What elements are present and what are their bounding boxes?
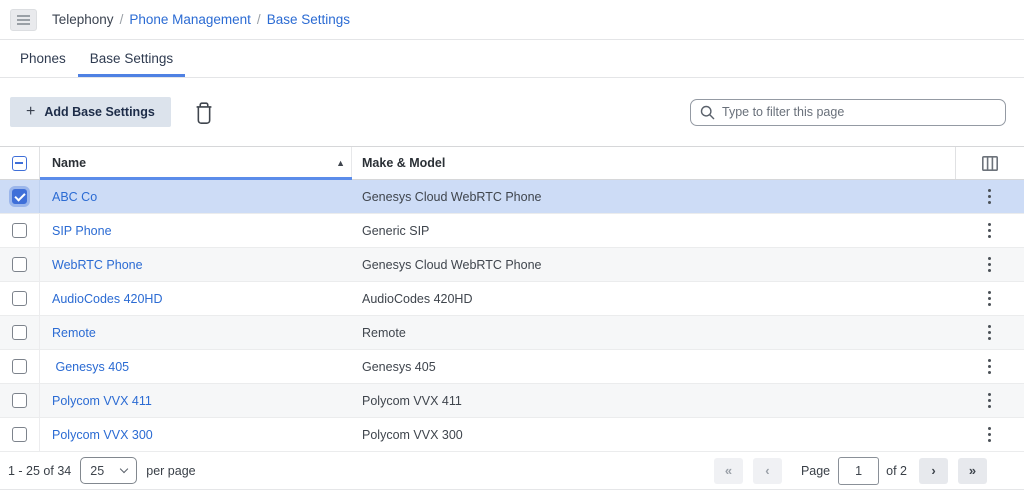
add-base-settings-button[interactable]: + Add Base Settings xyxy=(10,97,171,127)
per-page-label: per page xyxy=(146,464,195,478)
filter-box xyxy=(690,99,1006,126)
tab-base-settings[interactable]: Base Settings xyxy=(78,40,185,77)
search-icon xyxy=(700,105,715,120)
column-header-make-model[interactable]: Make & Model xyxy=(352,147,955,179)
table-header-row: Name ▲ Make & Model xyxy=(0,146,1024,180)
tab-phones[interactable]: Phones xyxy=(8,40,78,77)
kebab-menu-icon[interactable] xyxy=(984,218,995,244)
make-model-value: AudioCodes 420HD xyxy=(362,292,473,306)
row-checkbox[interactable] xyxy=(12,257,27,272)
row-checkbox[interactable] xyxy=(12,359,27,374)
make-model-value: Remote xyxy=(362,326,406,340)
base-setting-name-link[interactable]: SIP Phone xyxy=(52,224,112,238)
page-label: Page xyxy=(801,464,830,478)
kebab-menu-icon[interactable] xyxy=(984,320,995,346)
breadcrumb-separator: / xyxy=(257,12,261,27)
kebab-menu-icon[interactable] xyxy=(984,388,995,414)
row-checkbox[interactable] xyxy=(12,223,27,238)
table-row[interactable]: Polycom VVX 411 Polycom VVX 411 xyxy=(0,384,1024,418)
breadcrumb-base-settings[interactable]: Base Settings xyxy=(267,12,350,27)
delete-button[interactable] xyxy=(193,99,215,125)
sorted-column-underline xyxy=(40,177,352,180)
previous-page-button[interactable]: ‹ xyxy=(753,458,782,484)
column-picker-icon[interactable] xyxy=(981,155,999,172)
make-model-value: Generic SIP xyxy=(362,224,429,238)
sort-ascending-icon: ▲ xyxy=(336,158,345,168)
row-checkbox[interactable] xyxy=(12,393,27,408)
base-settings-table: Name ▲ Make & Model ABC Co Genesys Cloud xyxy=(0,146,1024,452)
results-range: 1 - 25 of 34 xyxy=(8,464,71,478)
table-row[interactable]: WebRTC Phone Genesys Cloud WebRTC Phone xyxy=(0,248,1024,282)
filter-input[interactable] xyxy=(722,105,996,119)
table-row[interactable]: Genesys 405 Genesys 405 xyxy=(0,350,1024,384)
hamburger-icon xyxy=(17,19,30,21)
base-setting-name-link[interactable]: AudioCodes 420HD xyxy=(52,292,163,306)
make-model-value: Polycom VVX 411 xyxy=(362,394,462,408)
page-number-input[interactable] xyxy=(838,457,879,485)
row-checkbox[interactable] xyxy=(12,189,27,204)
base-setting-name-link[interactable]: Genesys 405 xyxy=(52,360,129,374)
table-body: ABC Co Genesys Cloud WebRTC Phone SIP Ph… xyxy=(0,180,1024,452)
select-all-checkbox[interactable] xyxy=(12,156,27,171)
make-model-value: Genesys Cloud WebRTC Phone xyxy=(362,258,542,272)
kebab-menu-icon[interactable] xyxy=(984,184,995,210)
row-checkbox[interactable] xyxy=(12,325,27,340)
breadcrumb-telephony: Telephony xyxy=(52,12,114,27)
menu-button[interactable] xyxy=(10,9,37,31)
make-model-value: Genesys 405 xyxy=(362,360,436,374)
base-setting-name-link[interactable]: Remote xyxy=(52,326,96,340)
per-page-select[interactable]: 25 xyxy=(80,457,137,484)
base-setting-name-link[interactable]: WebRTC Phone xyxy=(52,258,143,272)
kebab-menu-icon[interactable] xyxy=(984,286,995,312)
base-setting-name-link[interactable]: ABC Co xyxy=(52,190,97,204)
table-row[interactable]: AudioCodes 420HD AudioCodes 420HD xyxy=(0,282,1024,316)
breadcrumb-separator: / xyxy=(120,12,124,27)
breadcrumb-bar: Telephony / Phone Management / Base Sett… xyxy=(0,0,1024,40)
chevron-down-icon xyxy=(120,465,128,473)
base-setting-name-link[interactable]: Polycom VVX 300 xyxy=(52,428,153,442)
add-base-settings-label: Add Base Settings xyxy=(44,105,154,119)
pagination-bar: 1 - 25 of 34 25 per page « ‹ Page of 2 ›… xyxy=(0,452,1024,490)
tab-bar: Phones Base Settings xyxy=(0,40,1024,78)
table-row[interactable]: Remote Remote xyxy=(0,316,1024,350)
table-row[interactable]: ABC Co Genesys Cloud WebRTC Phone xyxy=(0,180,1024,214)
first-page-button[interactable]: « xyxy=(714,458,743,484)
table-row[interactable]: Polycom VVX 300 Polycom VVX 300 xyxy=(0,418,1024,452)
kebab-menu-icon[interactable] xyxy=(984,252,995,278)
row-checkbox[interactable] xyxy=(12,427,27,442)
next-page-button[interactable]: › xyxy=(919,458,948,484)
table-row[interactable]: SIP Phone Generic SIP xyxy=(0,214,1024,248)
trash-icon xyxy=(193,99,215,125)
toolbar: + Add Base Settings xyxy=(0,78,1024,146)
column-header-name[interactable]: Name ▲ xyxy=(40,147,352,179)
breadcrumb: Telephony / Phone Management / Base Sett… xyxy=(52,12,350,27)
breadcrumb-phone-management[interactable]: Phone Management xyxy=(129,12,251,27)
last-page-button[interactable]: » xyxy=(958,458,987,484)
base-setting-name-link[interactable]: Polycom VVX 411 xyxy=(52,394,152,408)
row-checkbox[interactable] xyxy=(12,291,27,306)
make-model-value: Genesys Cloud WebRTC Phone xyxy=(362,190,542,204)
make-model-value: Polycom VVX 300 xyxy=(362,428,463,442)
kebab-menu-icon[interactable] xyxy=(984,354,995,380)
plus-icon: + xyxy=(26,104,35,120)
kebab-menu-icon[interactable] xyxy=(984,422,995,448)
page-count-label: of 2 xyxy=(886,464,907,478)
page-controls: « ‹ Page of 2 › » xyxy=(714,457,987,485)
